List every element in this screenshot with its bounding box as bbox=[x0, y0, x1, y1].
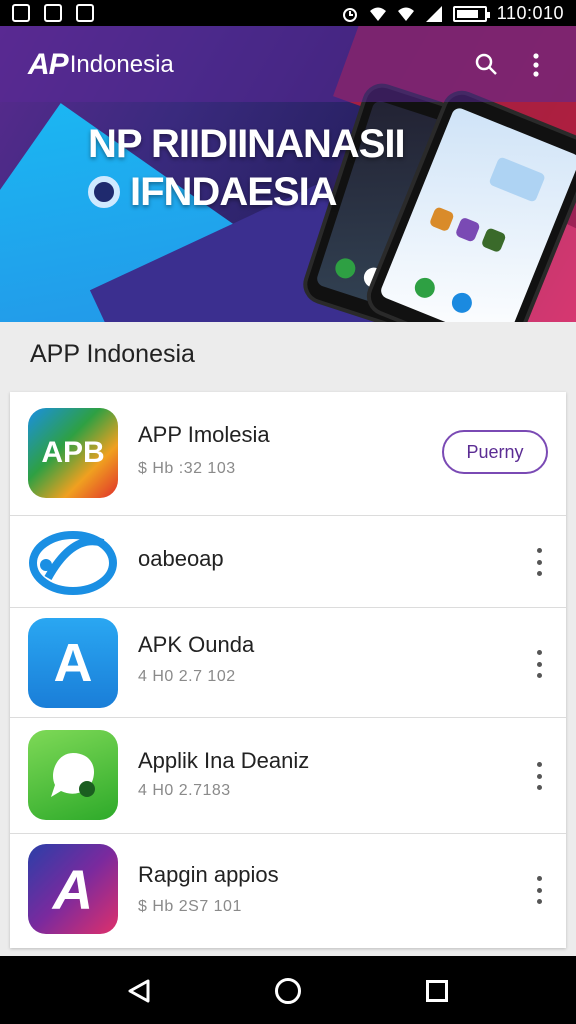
list-item[interactable]: APB APP Imolesia $ Hb :32 103 Puerny bbox=[10, 392, 566, 516]
chat-bubble-icon bbox=[51, 753, 95, 797]
list-item[interactable]: A Rapgin appios $ Hb 2S7 101 bbox=[10, 834, 566, 948]
app-name: Applik Ina Deaniz bbox=[138, 748, 310, 773]
search-icon[interactable] bbox=[474, 52, 498, 76]
back-icon[interactable] bbox=[126, 978, 152, 1004]
app-icon: A bbox=[28, 618, 118, 708]
hero-banner[interactable]: AP Indonesia NP RIIDIINANASII IFNDAESIA bbox=[0, 26, 576, 322]
more-vert-icon[interactable] bbox=[524, 52, 548, 78]
overflow-menu-icon[interactable] bbox=[532, 650, 546, 678]
app-meta: 4 H0 2.7 102 bbox=[138, 668, 236, 685]
hero-line-2: IFNDAESIA bbox=[130, 170, 338, 214]
photo-notification-icon bbox=[76, 4, 94, 22]
app-name: APK Ounda bbox=[138, 632, 255, 657]
app-logo[interactable]: AP Indonesia bbox=[28, 48, 174, 82]
app-meta: 4 H0 2.7183 bbox=[138, 782, 231, 799]
image-notification-icon bbox=[44, 4, 62, 22]
install-button[interactable]: Puerny bbox=[442, 430, 548, 474]
clock: 110:010 bbox=[496, 3, 564, 23]
home-icon[interactable] bbox=[275, 978, 301, 1004]
logo-text: Indonesia bbox=[69, 51, 174, 78]
app-icon-label: A bbox=[53, 633, 93, 693]
app-list: APB APP Imolesia $ Hb :32 103 Puerny oab… bbox=[10, 392, 566, 948]
app-meta: $ Hb 2S7 101 bbox=[138, 898, 242, 915]
hero-line-1: NP RIIDIINANASII bbox=[88, 122, 406, 166]
app-meta: $ Hb :32 103 bbox=[138, 460, 236, 477]
cell-signal-icon bbox=[425, 5, 442, 22]
list-item[interactable]: A APK Ounda 4 H0 2.7 102 bbox=[10, 608, 566, 718]
logo-mark: AP bbox=[28, 48, 69, 81]
alarm-icon bbox=[342, 7, 357, 22]
recents-icon[interactable] bbox=[426, 980, 448, 1002]
app-name: oabeoap bbox=[138, 546, 224, 571]
app-icon bbox=[28, 730, 118, 820]
app-icon bbox=[28, 518, 118, 608]
overflow-menu-icon[interactable] bbox=[532, 762, 546, 790]
app-name: APP Imolesia bbox=[138, 422, 270, 447]
app-icon: APB bbox=[28, 408, 118, 498]
overflow-menu-icon[interactable] bbox=[532, 548, 546, 576]
section-title: APP Indonesia bbox=[30, 340, 195, 368]
system-nav-bar bbox=[0, 956, 576, 1024]
app-icon: A bbox=[28, 844, 118, 934]
list-item[interactable]: Applik Ina Deaniz 4 H0 2.7183 bbox=[10, 718, 566, 834]
ring-icon bbox=[88, 176, 120, 208]
wifi-icon bbox=[369, 7, 386, 21]
list-item[interactable]: oabeoap bbox=[10, 516, 566, 608]
app-icon-label: APB bbox=[41, 436, 105, 469]
wifi-alt-icon bbox=[397, 7, 414, 21]
notification-icon bbox=[12, 4, 30, 22]
notification-icons bbox=[12, 4, 94, 22]
app-name: Rapgin appios bbox=[138, 862, 279, 887]
swirl-logo-icon bbox=[29, 531, 117, 595]
battery-icon bbox=[452, 5, 490, 22]
hero-headline: NP RIIDIINANASII IFNDAESIA bbox=[88, 120, 406, 216]
app-bar: AP Indonesia bbox=[0, 26, 576, 102]
status-bar: 110:010 bbox=[0, 0, 576, 26]
app-icon-label: A bbox=[52, 857, 94, 921]
overflow-menu-icon[interactable] bbox=[532, 876, 546, 904]
